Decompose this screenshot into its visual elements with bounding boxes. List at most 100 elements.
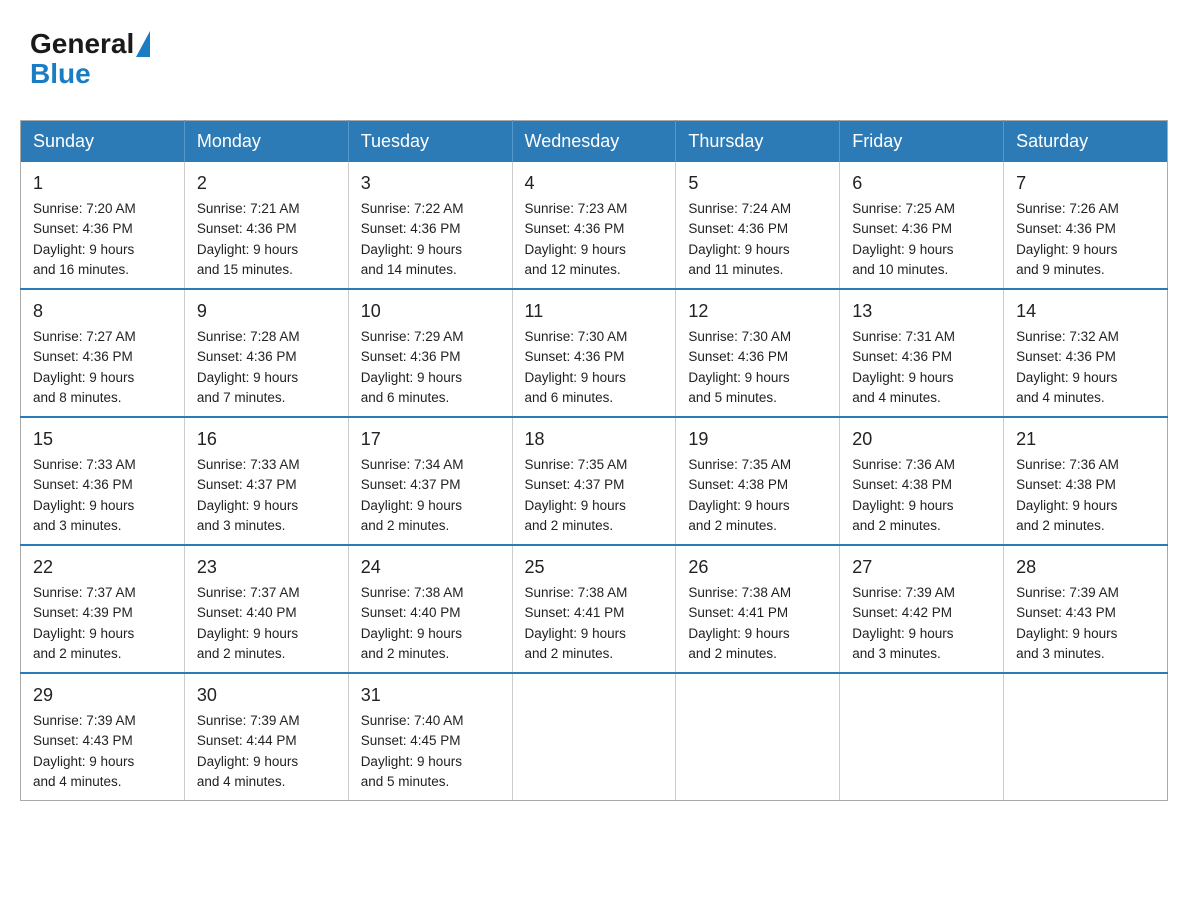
calendar-cell: 22Sunrise: 7:37 AMSunset: 4:39 PMDayligh… <box>21 545 185 673</box>
day-info: Sunrise: 7:31 AMSunset: 4:36 PMDaylight:… <box>852 329 955 405</box>
calendar-cell <box>1004 673 1168 801</box>
day-number: 23 <box>197 554 336 581</box>
day-number: 17 <box>361 426 500 453</box>
calendar-week-row: 29 Sunrise: 7:39 AMSunset: 4:43 PMDayligh… <box>21 673 1168 801</box>
calendar-week-row: 1 Sunrise: 7:20 AMSunset: 4:36 PMDaylight… <box>21 162 1168 289</box>
calendar-cell: 6 Sunrise: 7:25 AMSunset: 4:36 PMDaylight… <box>840 162 1004 289</box>
day-info: Sunrise: 7:36 AMSunset: 4:38 PMDaylight:… <box>1016 457 1119 533</box>
day-info: Sunrise: 7:33 AMSunset: 4:36 PMDaylight:… <box>33 457 136 533</box>
day-info: Sunrise: 7:28 AMSunset: 4:36 PMDaylight:… <box>197 329 300 405</box>
day-info: Sunrise: 7:30 AMSunset: 4:36 PMDaylight:… <box>525 329 628 405</box>
day-number: 9 <box>197 298 336 325</box>
day-info: Sunrise: 7:38 AMSunset: 4:40 PMDaylight:… <box>361 585 464 661</box>
calendar-cell: 5 Sunrise: 7:24 AMSunset: 4:36 PMDaylight… <box>676 162 840 289</box>
day-of-week-thursday: Thursday <box>676 121 840 163</box>
day-of-week-monday: Monday <box>184 121 348 163</box>
day-number: 8 <box>33 298 172 325</box>
page-header: General Blue <box>20 20 1168 100</box>
calendar-cell: 17 Sunrise: 7:34 AMSunset: 4:37 PMDayligh… <box>348 417 512 545</box>
calendar-cell: 10 Sunrise: 7:29 AMSunset: 4:36 PMDayligh… <box>348 289 512 417</box>
day-number: 12 <box>688 298 827 325</box>
day-info: Sunrise: 7:39 AMSunset: 4:43 PMDaylight:… <box>1016 585 1119 661</box>
day-of-week-friday: Friday <box>840 121 1004 163</box>
calendar-cell: 25Sunrise: 7:38 AMSunset: 4:41 PMDayligh… <box>512 545 676 673</box>
calendar-week-row: 8 Sunrise: 7:27 AMSunset: 4:36 PMDaylight… <box>21 289 1168 417</box>
day-info: Sunrise: 7:34 AMSunset: 4:37 PMDaylight:… <box>361 457 464 533</box>
day-info: Sunrise: 7:39 AMSunset: 4:44 PMDaylight:… <box>197 713 300 789</box>
day-number: 15 <box>33 426 172 453</box>
day-info: Sunrise: 7:38 AMSunset: 4:41 PMDaylight:… <box>688 585 791 661</box>
calendar-cell: 14Sunrise: 7:32 AMSunset: 4:36 PMDayligh… <box>1004 289 1168 417</box>
day-number: 4 <box>525 170 664 197</box>
day-number: 26 <box>688 554 827 581</box>
calendar-cell: 23Sunrise: 7:37 AMSunset: 4:40 PMDayligh… <box>184 545 348 673</box>
day-number: 16 <box>197 426 336 453</box>
day-info: Sunrise: 7:35 AMSunset: 4:37 PMDaylight:… <box>525 457 628 533</box>
logo-arrow-icon <box>136 31 150 57</box>
calendar-cell: 19 Sunrise: 7:35 AMSunset: 4:38 PMDayligh… <box>676 417 840 545</box>
day-info: Sunrise: 7:39 AMSunset: 4:42 PMDaylight:… <box>852 585 955 661</box>
day-info: Sunrise: 7:27 AMSunset: 4:36 PMDaylight:… <box>33 329 136 405</box>
calendar-cell: 4 Sunrise: 7:23 AMSunset: 4:36 PMDaylight… <box>512 162 676 289</box>
calendar-week-row: 15 Sunrise: 7:33 AMSunset: 4:36 PMDayligh… <box>21 417 1168 545</box>
day-info: Sunrise: 7:30 AMSunset: 4:36 PMDaylight:… <box>688 329 791 405</box>
day-info: Sunrise: 7:40 AMSunset: 4:45 PMDaylight:… <box>361 713 464 789</box>
day-number: 10 <box>361 298 500 325</box>
day-info: Sunrise: 7:22 AMSunset: 4:36 PMDaylight:… <box>361 201 464 277</box>
calendar-cell <box>840 673 1004 801</box>
day-info: Sunrise: 7:24 AMSunset: 4:36 PMDaylight:… <box>688 201 791 277</box>
calendar-week-row: 22Sunrise: 7:37 AMSunset: 4:39 PMDayligh… <box>21 545 1168 673</box>
day-info: Sunrise: 7:23 AMSunset: 4:36 PMDaylight:… <box>525 201 628 277</box>
day-number: 13 <box>852 298 991 325</box>
day-number: 29 <box>33 682 172 709</box>
day-number: 30 <box>197 682 336 709</box>
day-info: Sunrise: 7:33 AMSunset: 4:37 PMDaylight:… <box>197 457 300 533</box>
calendar-cell: 16 Sunrise: 7:33 AMSunset: 4:37 PMDayligh… <box>184 417 348 545</box>
day-number: 7 <box>1016 170 1155 197</box>
logo: General Blue <box>30 30 152 90</box>
calendar-cell: 13 Sunrise: 7:31 AMSunset: 4:36 PMDayligh… <box>840 289 1004 417</box>
calendar-cell: 3 Sunrise: 7:22 AMSunset: 4:36 PMDaylight… <box>348 162 512 289</box>
day-info: Sunrise: 7:38 AMSunset: 4:41 PMDaylight:… <box>525 585 628 661</box>
calendar-cell: 7 Sunrise: 7:26 AMSunset: 4:36 PMDaylight… <box>1004 162 1168 289</box>
day-number: 11 <box>525 298 664 325</box>
day-number: 3 <box>361 170 500 197</box>
calendar-table: SundayMondayTuesdayWednesdayThursdayFrid… <box>20 120 1168 801</box>
calendar-cell: 9 Sunrise: 7:28 AMSunset: 4:36 PMDaylight… <box>184 289 348 417</box>
calendar-header-row: SundayMondayTuesdayWednesdayThursdayFrid… <box>21 121 1168 163</box>
calendar-cell: 8 Sunrise: 7:27 AMSunset: 4:36 PMDaylight… <box>21 289 185 417</box>
day-info: Sunrise: 7:25 AMSunset: 4:36 PMDaylight:… <box>852 201 955 277</box>
calendar-cell: 15 Sunrise: 7:33 AMSunset: 4:36 PMDayligh… <box>21 417 185 545</box>
day-info: Sunrise: 7:32 AMSunset: 4:36 PMDaylight:… <box>1016 329 1119 405</box>
day-info: Sunrise: 7:39 AMSunset: 4:43 PMDaylight:… <box>33 713 136 789</box>
day-number: 5 <box>688 170 827 197</box>
day-of-week-tuesday: Tuesday <box>348 121 512 163</box>
day-info: Sunrise: 7:21 AMSunset: 4:36 PMDaylight:… <box>197 201 300 277</box>
day-number: 6 <box>852 170 991 197</box>
logo-blue-part: Blue <box>30 58 91 89</box>
day-number: 1 <box>33 170 172 197</box>
day-number: 18 <box>525 426 664 453</box>
day-number: 21 <box>1016 426 1155 453</box>
calendar-cell: 1 Sunrise: 7:20 AMSunset: 4:36 PMDaylight… <box>21 162 185 289</box>
calendar-cell: 28 Sunrise: 7:39 AMSunset: 4:43 PMDayligh… <box>1004 545 1168 673</box>
day-number: 24 <box>361 554 500 581</box>
day-number: 20 <box>852 426 991 453</box>
calendar-cell: 31Sunrise: 7:40 AMSunset: 4:45 PMDayligh… <box>348 673 512 801</box>
day-number: 28 <box>1016 554 1155 581</box>
day-info: Sunrise: 7:35 AMSunset: 4:38 PMDaylight:… <box>688 457 791 533</box>
day-of-week-saturday: Saturday <box>1004 121 1168 163</box>
calendar-cell: 12 Sunrise: 7:30 AMSunset: 4:36 PMDayligh… <box>676 289 840 417</box>
calendar-cell: 30 Sunrise: 7:39 AMSunset: 4:44 PMDayligh… <box>184 673 348 801</box>
day-info: Sunrise: 7:26 AMSunset: 4:36 PMDaylight:… <box>1016 201 1119 277</box>
calendar-cell: 20Sunrise: 7:36 AMSunset: 4:38 PMDayligh… <box>840 417 1004 545</box>
day-of-week-wednesday: Wednesday <box>512 121 676 163</box>
day-number: 2 <box>197 170 336 197</box>
calendar-cell: 24 Sunrise: 7:38 AMSunset: 4:40 PMDayligh… <box>348 545 512 673</box>
day-number: 19 <box>688 426 827 453</box>
day-info: Sunrise: 7:29 AMSunset: 4:36 PMDaylight:… <box>361 329 464 405</box>
day-info: Sunrise: 7:20 AMSunset: 4:36 PMDaylight:… <box>33 201 136 277</box>
day-number: 22 <box>33 554 172 581</box>
day-of-week-sunday: Sunday <box>21 121 185 163</box>
calendar-cell: 21 Sunrise: 7:36 AMSunset: 4:38 PMDayligh… <box>1004 417 1168 545</box>
